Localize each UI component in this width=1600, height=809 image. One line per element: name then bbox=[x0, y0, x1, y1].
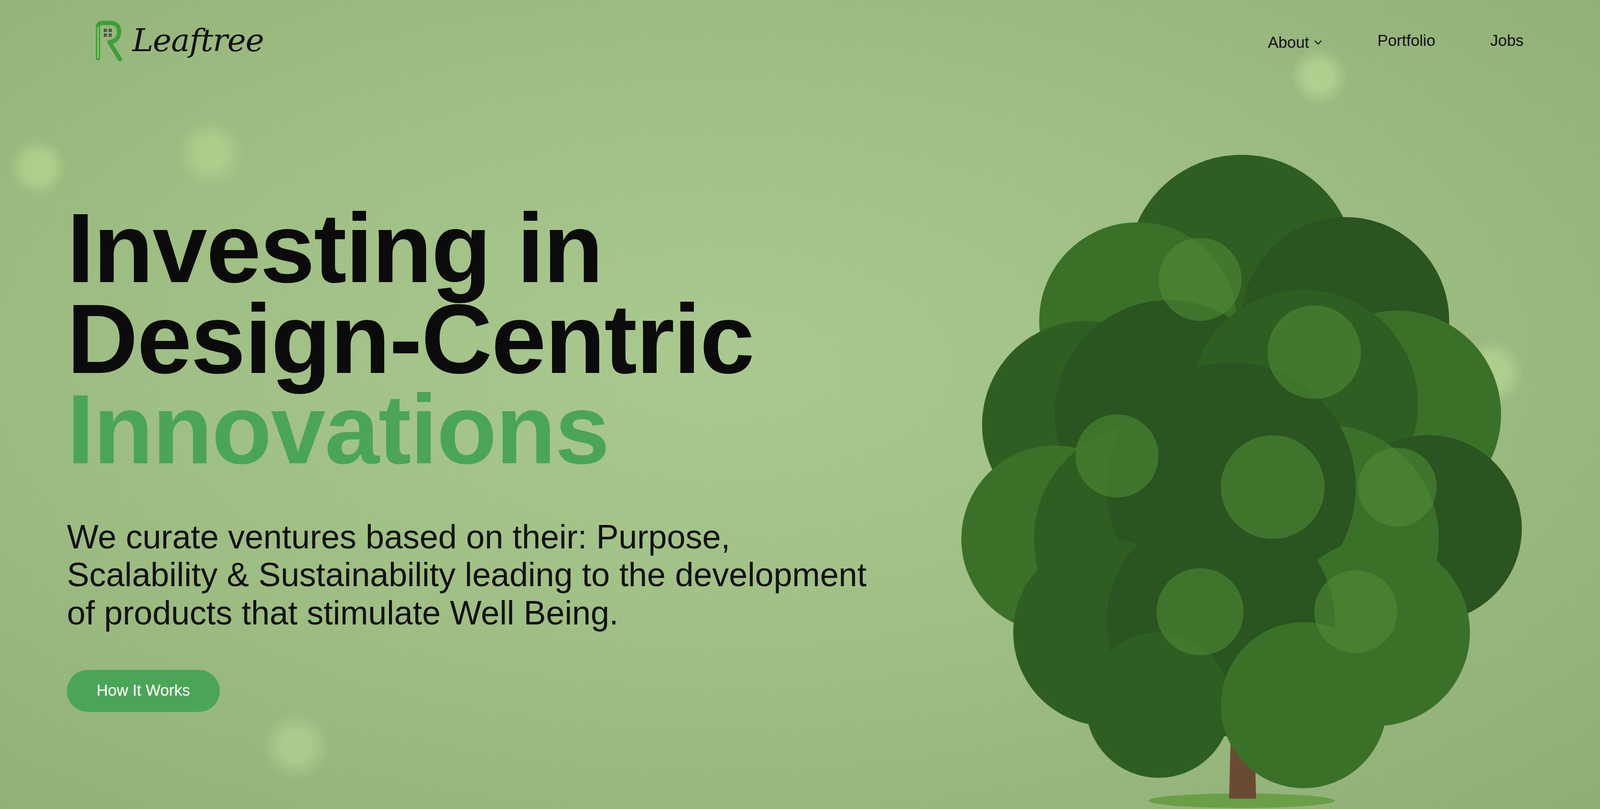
nav-label: About bbox=[1267, 32, 1309, 53]
tree-icon bbox=[959, 144, 1524, 809]
leaf-logo-icon bbox=[88, 20, 125, 62]
nav-menu: About Portfolio Jobs bbox=[1267, 24, 1524, 57]
hero-description: We curate ventures based on their: Purpo… bbox=[66, 518, 889, 633]
logo-text: Leaftree bbox=[132, 21, 264, 60]
chevron-down-icon bbox=[1313, 39, 1323, 46]
title-accent: Innovations bbox=[66, 384, 932, 476]
nav-label: Portfolio bbox=[1377, 31, 1436, 51]
nav-link[interactable]: Jobs bbox=[1490, 26, 1524, 55]
nav-label: Jobs bbox=[1490, 31, 1524, 51]
hero-content: Investing inDesign-CentricInnovations We … bbox=[0, 81, 932, 809]
title-line: Design-Centric bbox=[66, 293, 932, 385]
nav-link[interactable]: Portfolio bbox=[1377, 26, 1436, 55]
title-line: Investing in bbox=[66, 203, 932, 294]
top-navbar: Leaftree About Portfolio Jobs bbox=[0, 0, 1600, 82]
hero-image bbox=[931, 81, 1600, 809]
how-it-works-button[interactable]: How It Works bbox=[66, 669, 220, 712]
hero-section: Investing inDesign-CentricInnovations We … bbox=[0, 81, 1600, 809]
nav-link[interactable]: About bbox=[1267, 28, 1323, 57]
hero-title: Investing inDesign-CentricInnovations bbox=[66, 203, 932, 476]
brand-logo[interactable]: Leaftree bbox=[88, 20, 264, 62]
page: Leaftree About Portfolio Jobs Investing inDe… bbox=[0, 0, 1600, 809]
